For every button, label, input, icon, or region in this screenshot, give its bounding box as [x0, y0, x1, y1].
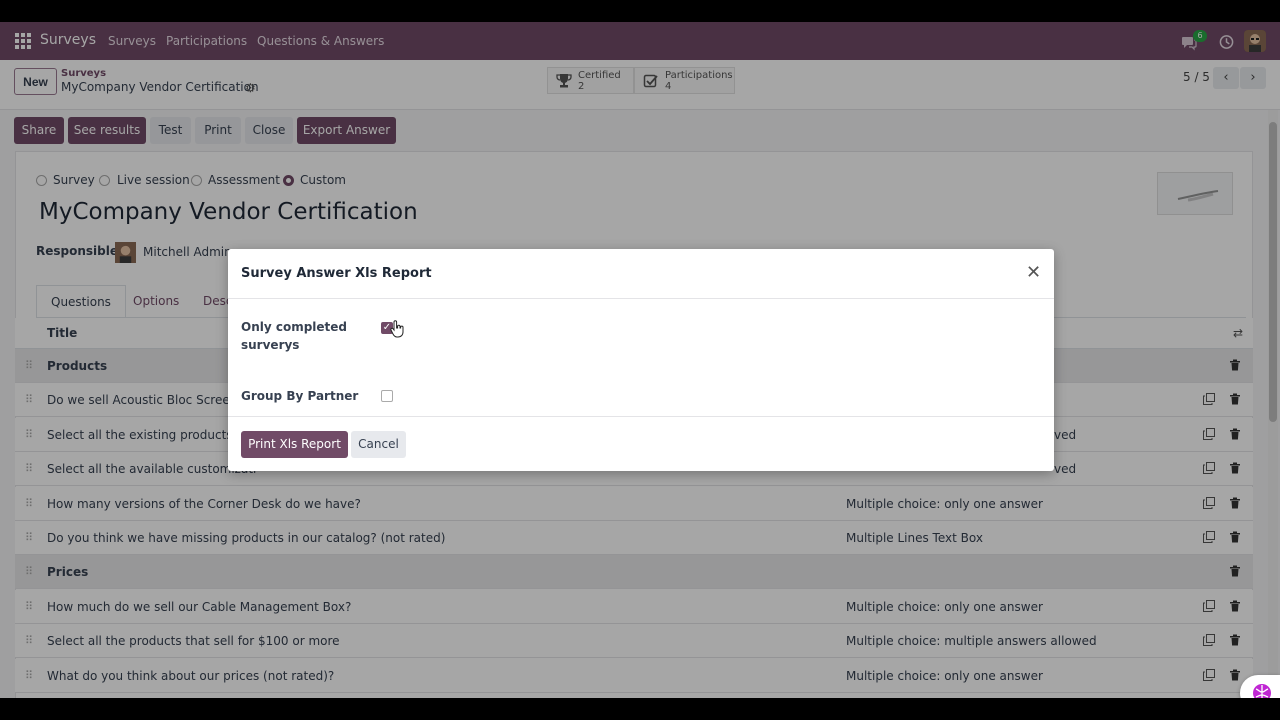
only-completed-label-line2: surverys: [241, 338, 300, 352]
xls-report-dialog: Survey Answer Xls Report ✕ Only complete…: [228, 249, 1054, 471]
only-completed-label: Only completed surverys: [241, 318, 347, 354]
video-letterbox-bottom: [0, 698, 1280, 720]
print-xls-report-button[interactable]: Print Xls Report: [241, 431, 348, 458]
group-by-partner-checkbox[interactable]: [381, 390, 393, 402]
dialog-title: Survey Answer Xls Report: [241, 266, 432, 281]
cancel-button[interactable]: Cancel: [351, 431, 406, 458]
close-icon[interactable]: ✕: [1026, 262, 1041, 283]
hand-cursor-icon: [390, 320, 404, 338]
only-completed-label-line1: Only completed: [241, 320, 348, 334]
dialog-footer-divider: [228, 416, 1054, 417]
ai-assistant-button[interactable]: [1240, 675, 1280, 698]
video-letterbox-top: [0, 0, 1280, 22]
group-by-partner-label: Group By Partner: [241, 389, 359, 403]
odoo-app: Surveys Surveys Participations Questions…: [0, 22, 1280, 698]
brain-icon: [1253, 684, 1271, 698]
dialog-header-divider: [228, 298, 1054, 299]
